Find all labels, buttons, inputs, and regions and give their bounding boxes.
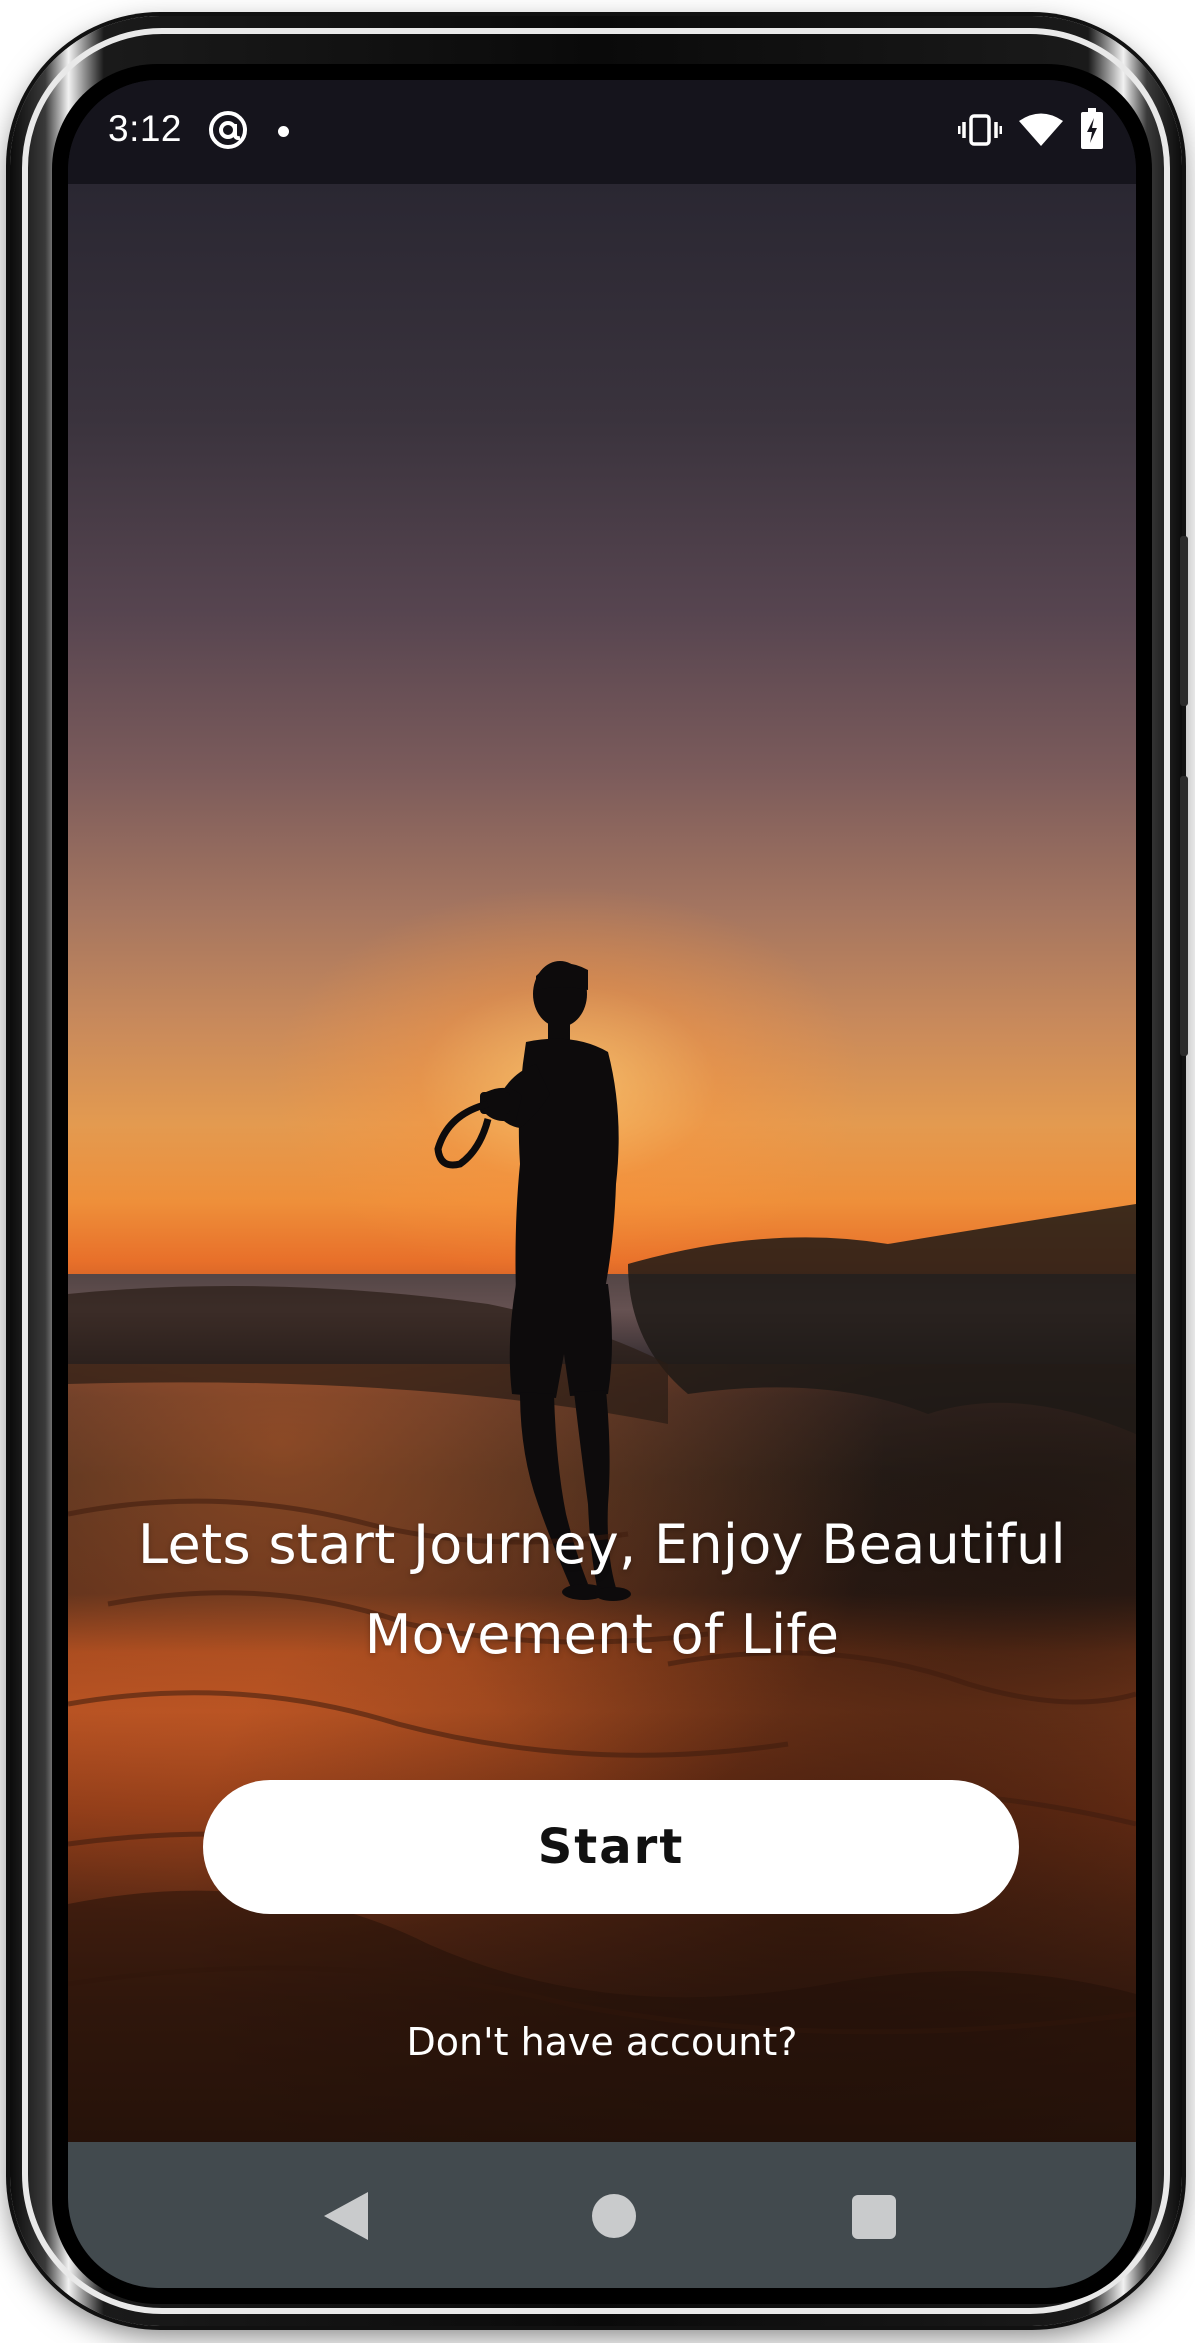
phone-frame: 3:12 Lets start Journey, Enjoy Beautiful… xyxy=(10,16,1188,2326)
vibrate-icon xyxy=(958,114,1002,146)
battery-charging-icon xyxy=(1081,108,1103,149)
app-screen: 3:12 Lets start Journey, Enjoy Beautiful… xyxy=(68,80,1136,2288)
start-button[interactable]: Start xyxy=(203,1780,1019,1914)
wifi-icon xyxy=(1019,113,1063,146)
status-bar: 3:12 xyxy=(68,80,1136,184)
status-time: 3:12 xyxy=(108,108,183,149)
phone-inner: 3:12 Lets start Journey, Enjoy Beautiful… xyxy=(52,64,1152,2304)
recents-icon[interactable] xyxy=(852,2195,896,2239)
home-icon[interactable] xyxy=(592,2194,636,2238)
navigation-bar xyxy=(68,2142,1136,2288)
back-icon[interactable] xyxy=(322,2190,370,2242)
welcome-tagline: Lets start Journey, Enjoy Beautiful Move… xyxy=(138,1513,1066,1666)
at-sign-icon xyxy=(209,111,247,149)
notification-dot-icon xyxy=(278,126,289,137)
volume-button xyxy=(1180,776,1188,1056)
no-account-link[interactable]: Don't have account? xyxy=(68,2020,1136,2064)
power-button xyxy=(1180,536,1188,706)
